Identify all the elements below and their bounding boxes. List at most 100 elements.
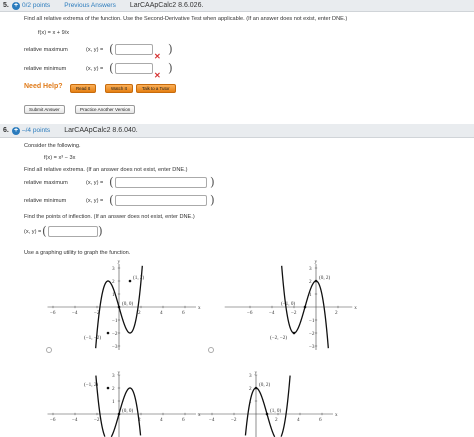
q5-relmin-label: relative minimum: [24, 66, 67, 72]
point-marker: [106, 331, 110, 335]
open-paren: (: [42, 224, 47, 238]
graph-option-radio-2[interactable]: [208, 347, 214, 353]
x-tick-label: −2: [94, 417, 100, 423]
point-label: (−1, −2): [84, 334, 101, 341]
previous-answers-link[interactable]: Previous Answers: [64, 2, 116, 9]
function-curve: [95, 375, 142, 437]
y-tick-label: −2: [309, 331, 315, 337]
q6-relmin-xy: (x, y) =: [86, 198, 104, 204]
plus-icon[interactable]: +: [12, 1, 20, 10]
plus-icon[interactable]: +: [12, 126, 20, 135]
x-tick-label: −2: [231, 417, 237, 423]
y-tick-label: −1: [112, 318, 118, 324]
close-paren: ): [168, 61, 173, 75]
q5-relmax-xy: (x, y) =: [86, 47, 104, 53]
q5-relmin-input[interactable]: [115, 63, 153, 74]
y-tick-label: 3: [309, 266, 312, 272]
point-label: (0, 2): [259, 381, 271, 388]
x-tick-label: 4: [160, 417, 163, 423]
x-tick-label: 6: [182, 310, 185, 316]
practice-another-button[interactable]: Practice Another Version: [75, 105, 136, 114]
q6-find-inflection: Find the points of inflection. (If an an…: [24, 214, 195, 220]
q6-relmin-input[interactable]: [115, 195, 207, 206]
open-paren: (: [109, 175, 114, 189]
y-tick-label: −3: [309, 344, 315, 350]
point-label: (0, 0): [122, 407, 134, 414]
x-tick-label: −4: [72, 310, 78, 316]
x-tick-label: 6: [319, 417, 322, 423]
watch-it-button[interactable]: Watch It: [105, 84, 133, 93]
q6-inflection-xy: (x, y) =: [24, 229, 42, 235]
point-marker: [292, 331, 296, 335]
x-axis-label: x: [354, 305, 357, 311]
x-tick-label: −6: [247, 310, 253, 316]
x-tick-label: 4: [160, 310, 163, 316]
x-axis-label: x: [198, 412, 201, 418]
q6-header: 6. + –/4 points LarCAApCalc2 8.6.040.: [0, 124, 474, 138]
talk-tutor-button[interactable]: Talk to a Tutor: [136, 84, 176, 93]
q6-graph-prompt: Use a graphing utility to graph the func…: [24, 250, 131, 256]
graph-options: x y −6 −4 −2 2 4 6 3 2 1 −1 −2 −3 (1, 2) (0, 0) (−1, −2)…: [47, 259, 357, 437]
close-paren: ): [210, 175, 215, 189]
q6-inflection-input[interactable]: [48, 226, 98, 237]
point-marker: [117, 305, 121, 309]
x-tick-label: 6: [182, 417, 185, 423]
q5-points[interactable]: 0/2 points: [22, 2, 50, 9]
point-label: (0, 2): [319, 274, 331, 281]
y-axis-label: y: [118, 259, 121, 265]
open-paren: (: [109, 42, 114, 56]
x-tick-label: −4: [269, 310, 275, 316]
y-tick-label: 2: [309, 279, 312, 285]
x-tick-label: −4: [209, 417, 215, 423]
q5-relmax-label: relative maximum: [24, 47, 68, 53]
y-axis-label: y: [315, 259, 318, 265]
graph-option-radio-1[interactable]: [46, 347, 52, 353]
point-marker: [117, 412, 121, 416]
y-tick-label: 3: [112, 266, 115, 272]
x-tick-label: 2: [275, 417, 278, 423]
open-paren: (: [109, 61, 114, 75]
q5-number: 5.: [3, 2, 9, 9]
y-tick-label: 3: [112, 373, 115, 379]
q5-function: f(x) = x + 9/x: [38, 30, 70, 36]
close-paren: ): [168, 42, 173, 56]
x-axis-label: x: [198, 305, 201, 311]
q6-code: LarCAApCalc2 8.6.040.: [64, 127, 138, 134]
point-marker: [106, 386, 110, 390]
y-tick-label: −3: [112, 344, 118, 350]
x-tick-label: −6: [50, 417, 56, 423]
x-axis-label: x: [335, 412, 338, 418]
y-tick-label: 1: [112, 399, 115, 405]
q5-header: 5. + 0/2 points Previous Answers LarCAAp…: [0, 0, 474, 12]
y-tick-label: 2: [112, 386, 115, 392]
point-marker: [303, 305, 307, 309]
point-marker: [314, 279, 318, 283]
q5-instruction: Find all relative extrema of the functio…: [24, 16, 348, 22]
incorrect-x-icon: ✕: [154, 71, 161, 80]
point-marker: [265, 412, 269, 416]
q5-relmax-input[interactable]: [115, 44, 153, 55]
x-tick-label: −6: [50, 310, 56, 316]
q6-points[interactable]: –/4 points: [22, 127, 50, 134]
point-marker: [128, 279, 132, 283]
incorrect-x-icon: ✕: [154, 52, 161, 61]
q6-relmax-input[interactable]: [115, 177, 207, 188]
q6-relmax-label: relative maximum: [24, 180, 68, 186]
y-tick-label: 2: [112, 279, 115, 285]
submit-answer-button[interactable]: Submit Answer: [24, 105, 65, 114]
read-it-button[interactable]: Read It: [70, 84, 97, 93]
point-label: (−2, −2): [270, 334, 287, 341]
x-tick-label: −4: [72, 417, 78, 423]
q5-code: LarCAApCalc2 8.6.026.: [129, 2, 204, 9]
x-tick-label: 2: [138, 310, 141, 316]
close-paren: ): [210, 193, 215, 207]
close-paren: ): [98, 224, 103, 238]
q6-relmin-label: relative minimum: [24, 198, 67, 204]
q6-relmax-xy: (x, y) =: [86, 180, 104, 186]
y-tick-label: 2: [249, 386, 252, 392]
point-label: (−1, 0): [281, 300, 295, 307]
x-tick-label: −2: [291, 310, 297, 316]
y-tick-label: −1: [309, 318, 315, 324]
q6-intro: Consider the following.: [24, 143, 81, 149]
x-tick-label: 2: [335, 310, 338, 316]
